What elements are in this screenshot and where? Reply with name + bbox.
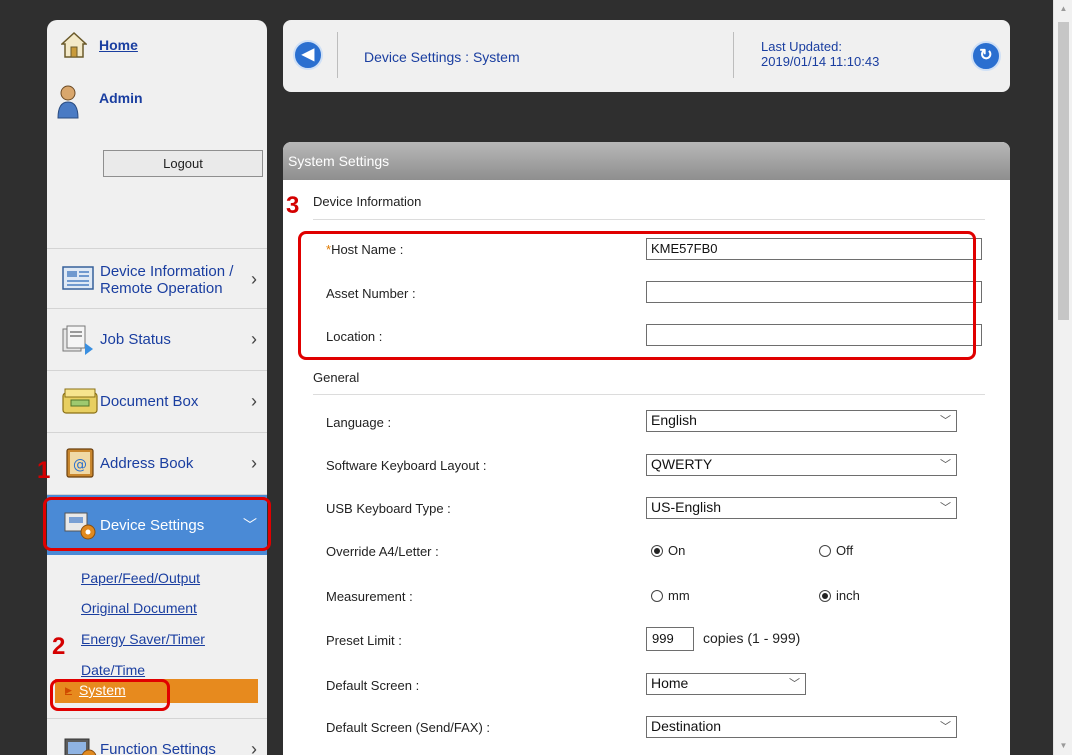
default-screen-send-fax-value: Destination — [651, 718, 722, 734]
logout-button[interactable]: Logout — [103, 150, 263, 177]
chevron-right-icon: › — [251, 738, 257, 755]
default-screen-label: Default Screen : — [326, 678, 420, 693]
default-screen-send-fax-select[interactable]: Destination ﹀ — [646, 716, 957, 738]
section-general: General — [313, 370, 360, 385]
device-information-icon — [62, 266, 94, 290]
last-updated: Last Updated: 2019/01/14 11:10:43 — [761, 39, 879, 69]
measurement-label: Measurement : — [326, 589, 413, 604]
chevron-right-icon: › — [251, 268, 257, 289]
sidebar-item-job-status[interactable]: Job Status › — [47, 308, 267, 369]
sub-item-original-document[interactable]: Original Document — [81, 600, 197, 616]
last-updated-value: 2019/01/14 11:10:43 — [761, 54, 880, 69]
home-icon — [61, 31, 87, 58]
panel-title: System Settings — [288, 153, 390, 169]
default-screen-send-fax-label: Default Screen (Send/FAX) : — [326, 720, 491, 735]
override-a4-letter-label: Override A4/Letter : — [326, 544, 439, 559]
scrollbar-thumb[interactable] — [1058, 22, 1069, 320]
last-updated-label: Last Updated: — [761, 39, 842, 54]
chevron-down-icon: ﹀ — [940, 502, 951, 514]
scroll-up-icon[interactable]: ▲ — [1058, 4, 1069, 13]
preset-limit-label: Preset Limit : — [326, 633, 402, 648]
override-on-label: On — [668, 543, 686, 558]
step-marker-2: 2 — [52, 633, 66, 660]
highlight-device-settings — [43, 497, 271, 551]
user-avatar-icon — [57, 85, 79, 119]
chevron-right-icon: › — [251, 328, 257, 349]
section-divider — [313, 394, 985, 395]
refresh-icon: ↻ — [979, 47, 993, 64]
header-bar: ◀ Device Settings : System Last Updated:… — [283, 20, 1010, 92]
step-marker-1: 1 — [37, 457, 51, 484]
chevron-down-icon: ﹀ — [940, 459, 951, 471]
default-screen-value: Home — [651, 675, 689, 691]
chevron-down-icon: ﹀ — [789, 678, 800, 690]
user-name: Admin — [99, 90, 143, 106]
override-off-radio[interactable]: Off — [819, 543, 853, 558]
section-device-information: Device Information — [313, 194, 422, 209]
svg-text:@: @ — [73, 457, 87, 473]
sidebar-item-document-box[interactable]: Document Box › — [47, 370, 267, 431]
chevron-right-icon: › — [251, 390, 257, 411]
radio-unchecked-icon — [819, 544, 831, 557]
sidebar-item-function-settings[interactable]: Function Settings › — [47, 718, 267, 755]
measurement-inch-radio[interactable]: inch — [819, 588, 860, 603]
override-off-label: Off — [836, 543, 854, 558]
sidebar-item-label: Document Box — [100, 393, 199, 410]
usb-keyboard-type-label: USB Keyboard Type : — [326, 501, 451, 516]
chevron-down-icon: ﹀ — [940, 721, 951, 733]
measurement-mm-label: mm — [668, 588, 690, 603]
label-line-1: Device Information / — [100, 263, 234, 280]
software-keyboard-layout-select[interactable]: QWERTY ﹀ — [646, 454, 957, 476]
preset-limit-units: copies (1 - 999) — [703, 630, 801, 646]
software-keyboard-layout-value: QWERTY — [651, 456, 713, 472]
sidebar-item-label: Job Status — [100, 331, 171, 348]
language-select[interactable]: English ﹀ — [646, 410, 957, 432]
usb-keyboard-type-select[interactable]: US-English ﹀ — [646, 497, 957, 519]
step-marker-3: 3 — [286, 192, 300, 219]
highlight-device-information-fields — [298, 231, 976, 360]
section-divider — [313, 219, 985, 220]
highlight-system — [50, 679, 170, 711]
language-value: English — [651, 412, 697, 428]
sub-item-energy-saver-timer[interactable]: Energy Saver/Timer — [81, 631, 205, 647]
arrow-left-icon: ◀ — [301, 46, 315, 63]
function-settings-icon — [64, 738, 97, 755]
refresh-button[interactable]: ↻ — [971, 41, 1001, 71]
job-status-icon — [62, 325, 93, 355]
sidebar-item-device-information[interactable]: Device Information / Remote Operation › — [47, 248, 267, 309]
usb-keyboard-type-value: US-English — [651, 499, 722, 515]
scroll-down-icon[interactable]: ▼ — [1058, 741, 1069, 750]
default-screen-select[interactable]: Home ﹀ — [646, 673, 806, 695]
measurement-mm-radio[interactable]: mm — [651, 588, 690, 603]
override-on-radio[interactable]: On — [651, 543, 685, 558]
radio-checked-icon — [819, 589, 831, 602]
home-link[interactable]: Home — [99, 37, 138, 53]
software-keyboard-layout-label: Software Keyboard Layout : — [326, 458, 487, 473]
radio-checked-icon — [651, 544, 663, 557]
back-button[interactable]: ◀ — [293, 40, 323, 70]
address-book-icon: @ — [66, 448, 94, 478]
panel-header: System Settings — [283, 142, 1010, 180]
divider — [733, 32, 734, 78]
divider — [337, 32, 338, 78]
user-info: Admin — [55, 84, 143, 120]
vertical-scrollbar[interactable]: ▲ ▼ — [1053, 0, 1072, 755]
language-label: Language : — [326, 415, 392, 430]
sidebar-item-label: Device Information / Remote Operation — [100, 263, 233, 297]
page-title: Device Settings : System — [364, 49, 520, 65]
chevron-right-icon: › — [251, 452, 257, 473]
sub-item-date-time[interactable]: Date/Time — [81, 662, 145, 678]
chevron-down-icon: ﹀ — [940, 415, 951, 427]
home-link-row[interactable]: Home — [61, 30, 138, 60]
sub-item-paper-feed-output[interactable]: Paper/Feed/Output — [81, 570, 200, 586]
sidebar-item-address-book[interactable]: @ Address Book › — [47, 432, 267, 493]
sidebar-item-label: Address Book — [100, 455, 194, 472]
preset-limit-input[interactable]: 999 — [646, 627, 694, 651]
radio-unchecked-icon — [651, 589, 663, 602]
measurement-inch-label: inch — [836, 588, 860, 603]
sidebar-item-label: Function Settings — [100, 741, 216, 755]
sidebar: Home Admin Logout Device Information / Re… — [47, 20, 267, 755]
label-line-2: Remote Operation — [100, 280, 223, 297]
document-box-icon — [62, 388, 98, 414]
